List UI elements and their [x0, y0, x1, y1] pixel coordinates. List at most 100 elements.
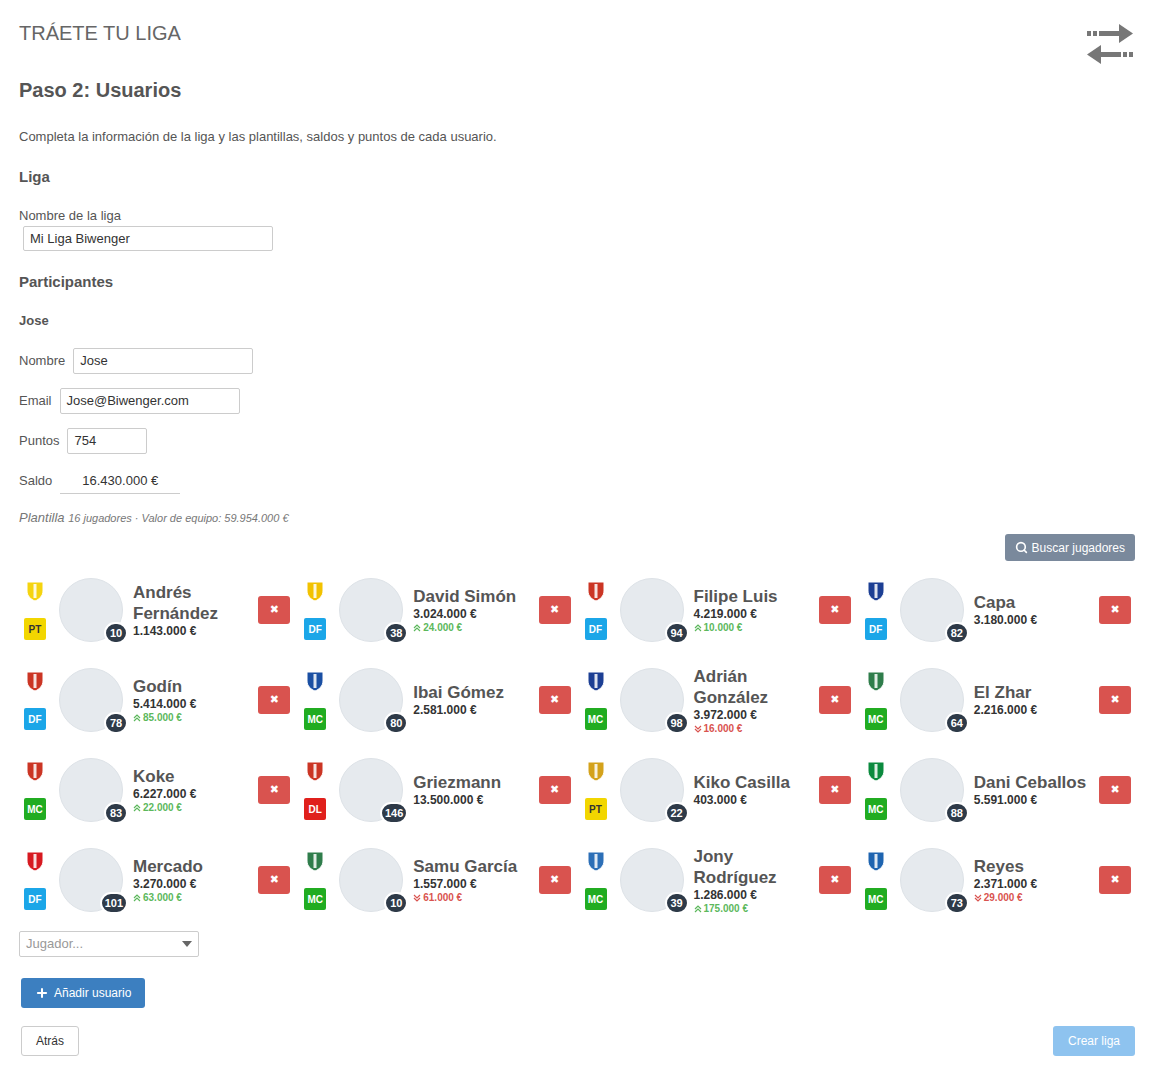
remove-player-button[interactable]: ✖ [819, 596, 851, 624]
position-badge: DF [304, 618, 326, 640]
rating-badge: 10 [104, 622, 128, 644]
transfer-icon [1085, 22, 1135, 66]
remove-player-button[interactable]: ✖ [258, 596, 290, 624]
player-card: MC83Koke6.227.000 €22.000 €✖ [19, 757, 294, 823]
player-price: 3.270.000 € [133, 877, 254, 892]
player-avatar: 22 [620, 758, 684, 822]
field-input[interactable]: Jose@Biwenger.com [60, 388, 240, 414]
team-crest-icon [866, 670, 886, 692]
trend-down-icon [694, 725, 702, 733]
field-label: Saldo [19, 471, 52, 491]
league-name-input[interactable]: Mi Liga Biwenger [23, 226, 273, 251]
player-card: DF94Filipe Luis4.219.000 €10.000 €✖ [580, 577, 855, 643]
player-info: Godín5.414.000 €85.000 € [123, 676, 258, 724]
player-badges: DF [24, 670, 46, 730]
remove-player-button[interactable]: ✖ [258, 866, 290, 894]
player-change: 29.000 € [974, 892, 1095, 904]
team-crest-icon [25, 670, 45, 692]
participants-heading: Participantes [19, 272, 1135, 292]
remove-player-button[interactable]: ✖ [258, 686, 290, 714]
remove-player-button[interactable]: ✖ [819, 776, 851, 804]
team-crest-icon [866, 760, 886, 782]
player-badges: DF [24, 850, 46, 910]
field-input[interactable]: 754 [67, 428, 147, 454]
search-players-button[interactable]: Buscar jugadores [1005, 534, 1135, 561]
player-badges: MC [865, 850, 887, 910]
step-description: Completa la información de la liga y las… [19, 128, 1135, 146]
field-input[interactable]: Jose [73, 348, 253, 374]
user-title: Jose [19, 312, 1135, 330]
remove-player-button[interactable]: ✖ [1099, 596, 1131, 624]
player-price: 13.500.000 € [413, 793, 534, 808]
user-field: Nombre Jose [19, 348, 1135, 374]
field-label: Email [19, 391, 52, 411]
player-badges: MC [865, 760, 887, 820]
team-crest-icon [305, 580, 325, 602]
player-name: Filipe Luis [694, 586, 815, 607]
trend-up-icon [694, 624, 702, 632]
player-card: PT22Kiko Casilla403.000 €✖ [580, 757, 855, 823]
player-name: Godín [133, 676, 254, 697]
player-avatar: 64 [900, 668, 964, 732]
user-field: Saldo 16.430.000 € [19, 468, 1135, 494]
player-info: Griezmann13.500.000 € [403, 772, 538, 808]
player-avatar: 83 [59, 758, 123, 822]
remove-player-button[interactable]: ✖ [539, 866, 571, 894]
rating-badge: 10 [384, 892, 408, 914]
position-badge: MC [304, 888, 326, 910]
squad-label: Plantilla [19, 510, 65, 525]
rating-badge: 73 [945, 892, 969, 914]
player-price: 6.227.000 € [133, 787, 254, 802]
field-label: Nombre [19, 351, 65, 371]
remove-player-button[interactable]: ✖ [539, 596, 571, 624]
create-league-button[interactable]: Crear liga [1053, 1026, 1135, 1056]
player-badges: DF [304, 580, 326, 640]
trend-down-icon [413, 894, 421, 902]
remove-player-button[interactable]: ✖ [1099, 686, 1131, 714]
player-select[interactable]: Jugador... [19, 931, 199, 957]
player-name: David Simón [413, 586, 534, 607]
team-crest-icon [25, 760, 45, 782]
rating-badge: 22 [665, 802, 689, 824]
player-info: Samu García1.557.000 €61.000 € [403, 856, 538, 904]
player-card: DF101Mercado3.270.000 €63.000 €✖ [19, 847, 294, 913]
field-input[interactable]: 16.430.000 € [60, 468, 180, 494]
remove-player-button[interactable]: ✖ [539, 686, 571, 714]
rating-badge: 38 [384, 622, 408, 644]
player-card: MC 10Samu García1.557.000 €61.000 €✖ [299, 847, 574, 913]
user-fields: NombreJoseEmailJose@Biwenger.comPuntos75… [19, 348, 1135, 494]
player-avatar: 38 [339, 578, 403, 642]
remove-player-button[interactable]: ✖ [1099, 866, 1131, 894]
player-price: 3.972.000 € [694, 708, 815, 723]
remove-player-button[interactable]: ✖ [819, 686, 851, 714]
remove-player-button[interactable]: ✖ [539, 776, 571, 804]
rating-badge: 88 [945, 802, 969, 824]
remove-player-button[interactable]: ✖ [819, 866, 851, 894]
player-badges: PT [24, 580, 46, 640]
player-avatar: 80 [339, 668, 403, 732]
step-title: Paso 2: Usuarios [19, 78, 1135, 102]
page-title: TRÁETE TU LIGA [19, 20, 181, 46]
add-user-button[interactable]: Añadir usuario [21, 978, 145, 1008]
player-card: MC 88Dani Ceballos5.591.000 €✖ [860, 757, 1135, 823]
remove-player-button[interactable]: ✖ [1099, 776, 1131, 804]
search-row: Buscar jugadores [19, 534, 1135, 561]
player-card: DF78Godín5.414.000 €85.000 €✖ [19, 667, 294, 733]
player-change: 16.000 € [694, 723, 815, 735]
player-badges: DF [865, 580, 887, 640]
back-button[interactable]: Atrás [21, 1026, 79, 1056]
position-badge: MC [304, 708, 326, 730]
trend-up-icon [133, 804, 141, 812]
player-info: Ibai Gómez2.581.000 € [403, 682, 538, 718]
player-change: 175.000 € [694, 903, 815, 915]
player-info: Dani Ceballos5.591.000 € [964, 772, 1099, 808]
player-select-placeholder: Jugador... [26, 934, 83, 954]
player-name: El Zhar [974, 682, 1095, 703]
player-badges: MC [24, 760, 46, 820]
remove-player-button[interactable]: ✖ [258, 776, 290, 804]
rating-badge: 98 [665, 712, 689, 734]
position-badge: MC [585, 708, 607, 730]
position-badge: DF [24, 888, 46, 910]
player-price: 1.557.000 € [413, 877, 534, 892]
player-badges: DL [304, 760, 326, 820]
